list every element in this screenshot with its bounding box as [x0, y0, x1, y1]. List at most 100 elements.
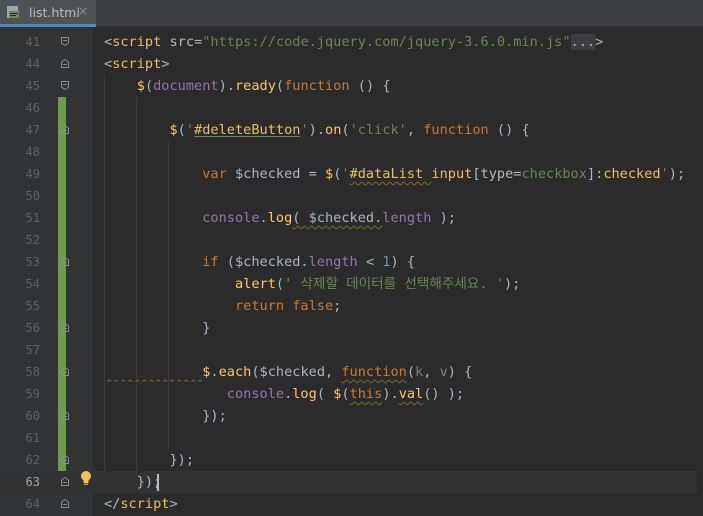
code-line[interactable]: 50: [0, 185, 703, 207]
line-number: 60: [25, 409, 40, 423]
code-token: ) {: [447, 364, 473, 380]
code-token: >: [169, 496, 178, 512]
code-text: }: [104, 317, 210, 339]
fold-marker-icon[interactable]: [61, 37, 69, 46]
code-line[interactable]: 64 </script>: [0, 493, 703, 515]
code-line[interactable]: 51 console.log( $checked.length );: [0, 207, 703, 229]
code-token: alert: [234, 276, 276, 292]
line-number: 48: [25, 145, 40, 159]
code-token: <: [104, 56, 113, 72]
code-line[interactable]: 63 });: [0, 471, 703, 493]
code-token: each: [218, 364, 252, 380]
code-token: script: [120, 496, 170, 512]
code-line[interactable]: 62 });: [0, 449, 703, 471]
fold-marker-icon[interactable]: [61, 455, 69, 464]
code-line[interactable]: 56 }: [0, 317, 703, 339]
code-token: (: [316, 386, 334, 402]
line-number: 51: [25, 211, 40, 225]
fold-marker-icon[interactable]: [61, 367, 69, 376]
line-number: 59: [25, 387, 40, 401]
line-number: 56: [25, 321, 40, 335]
code-token: $checked =: [226, 166, 325, 182]
code-token: if: [202, 254, 219, 270]
code-token: >: [595, 34, 604, 50]
code-line[interactable]: 61: [0, 427, 703, 449]
code-token: ...: [570, 34, 596, 50]
code-line[interactable]: 45 $(document).ready(function () {: [0, 75, 703, 97]
fold-marker-icon[interactable]: [61, 59, 69, 68]
code-token: on: [325, 122, 342, 138]
code-text: <script>: [104, 53, 169, 75]
code-token: "https://code.jquery.com/jquery-3.6.0.mi…: [202, 34, 571, 50]
code-token: }: [104, 320, 211, 336]
fold-marker-icon[interactable]: [61, 125, 69, 134]
line-number: 53: [25, 255, 40, 269]
code-token: input: [431, 166, 473, 182]
code-line[interactable]: 49 var $checked = $('#dataList input[typ…: [0, 163, 703, 185]
code-line[interactable]: 46: [0, 97, 703, 119]
vertical-scrollbar[interactable]: [697, 27, 703, 516]
code-line[interactable]: 41 <script src="https://code.jquery.com/j…: [0, 31, 703, 53]
code-token: log: [267, 210, 293, 226]
close-icon[interactable]: ×: [78, 4, 88, 18]
lightbulb-icon[interactable]: [80, 470, 92, 486]
line-number: 45: [25, 79, 40, 93]
line-number: 58: [25, 365, 40, 379]
code-text: var $checked = $('#dataList input[type=c…: [104, 163, 685, 185]
code-token: ($checked.: [218, 254, 309, 270]
code-token: ;: [333, 298, 342, 314]
line-number: 63: [25, 475, 40, 489]
code-token: ': [185, 122, 195, 138]
code-token: (: [177, 122, 186, 138]
code-line[interactable]: 47 $('#deleteButton').on('click', functi…: [0, 119, 703, 141]
fold-marker-icon[interactable]: [61, 477, 69, 486]
code-token: });: [104, 408, 227, 424]
code-token: );: [431, 210, 456, 226]
line-number: 46: [25, 101, 40, 115]
code-text: return false;: [104, 295, 341, 317]
fold-marker-icon[interactable]: [61, 499, 69, 508]
code-line[interactable]: 44 <script>: [0, 53, 703, 75]
code-token: console: [202, 210, 260, 226]
code-token: script: [112, 34, 162, 50]
line-number: 50: [25, 189, 40, 203]
code-token: 'click': [349, 122, 407, 138]
code-token: (: [341, 386, 350, 402]
code-token: function: [423, 122, 489, 138]
tab-list-html[interactable]: list.html ×: [0, 0, 96, 27]
code-line[interactable]: 60 });: [0, 405, 703, 427]
code-token: () );: [423, 386, 465, 402]
code-token: #deleteButton: [194, 122, 301, 138]
fold-marker-icon[interactable]: [61, 81, 69, 90]
code-token: >: [161, 56, 170, 72]
code-line[interactable]: 53 if ($checked.length < 1) {: [0, 251, 703, 273]
code-token: #dataList: [349, 166, 432, 182]
code-token: ,: [406, 122, 424, 138]
code-token: v: [439, 364, 448, 380]
code-token: <: [104, 34, 113, 50]
code-line[interactable]: 57: [0, 339, 703, 361]
code-token: $: [136, 78, 145, 94]
code-text: });: [104, 471, 162, 493]
code-token: this: [349, 386, 383, 402]
code-line[interactable]: 59 console.log( $(this).val() );: [0, 383, 703, 405]
line-number: 41: [25, 35, 40, 49]
code-token: $: [169, 122, 178, 138]
code-line[interactable]: 55 return false;: [0, 295, 703, 317]
code-token: (: [144, 78, 154, 94]
code-token: ]:: [586, 166, 604, 182]
code-token: ).: [308, 122, 326, 138]
code-line[interactable]: 58 $.each($checked, function(k, v) {: [0, 361, 703, 383]
fold-marker-icon[interactable]: [61, 257, 69, 266]
code-token: k: [415, 364, 424, 380]
fold-marker-icon[interactable]: [61, 323, 69, 332]
code-token: ).: [218, 78, 235, 94]
code-line[interactable]: 52: [0, 229, 703, 251]
code-text: if ($checked.length < 1) {: [104, 251, 415, 273]
fold-marker-icon[interactable]: [61, 411, 69, 420]
code-token: checkbox: [521, 166, 587, 182]
code-line[interactable]: 54 alert(' 삭제할 데이터를 선택해주세요. ');: [0, 273, 703, 295]
code-token: function: [341, 364, 407, 380]
code-line[interactable]: 48: [0, 141, 703, 163]
